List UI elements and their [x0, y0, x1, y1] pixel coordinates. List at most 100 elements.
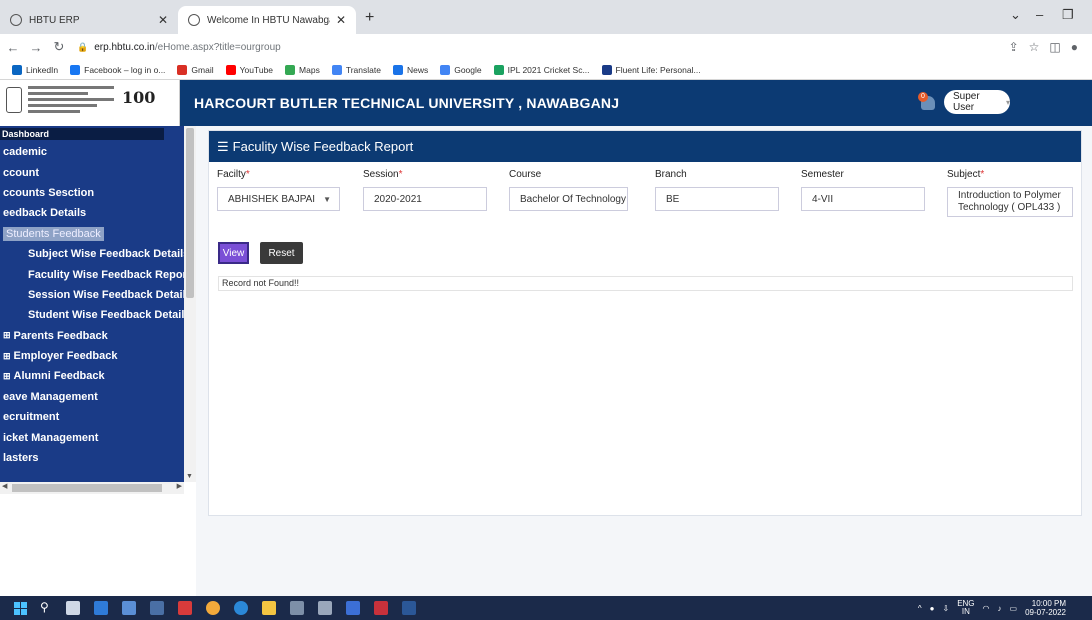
vscode-icon[interactable]	[346, 601, 360, 615]
bookmark-item[interactable]: News	[392, 64, 428, 75]
subject-label: Subject	[947, 169, 981, 180]
sidebar-item-eave-management[interactable]: eave Management	[0, 387, 184, 407]
task-view-icon[interactable]	[66, 601, 80, 615]
faculty-select[interactable]: ABHISHEK BAJPAI ▼	[217, 187, 340, 211]
sidebar-item-session-wise-feedback-details[interactable]: Session Wise Feedback Details	[0, 285, 184, 305]
sidebar-item-alumni-feedback[interactable]: ⊞ Alumni Feedback	[0, 366, 184, 386]
restore-button[interactable]: ❐	[1062, 7, 1074, 23]
back-arrow-icon[interactable]: ←	[3, 40, 23, 55]
search-icon[interactable]: ⚲	[40, 600, 49, 614]
notepad-icon[interactable]	[318, 601, 332, 615]
user-menu-button[interactable]: Super User ▾	[944, 90, 1010, 114]
bookmark-label: Google	[454, 64, 482, 75]
sidebar-item-student-wise-feedback-details[interactable]: Student Wise Feedback Details	[0, 305, 184, 325]
session-label: Session	[363, 169, 399, 180]
url-field[interactable]: 🔒 erp.hbtu.co.in/eHome.aspx?title=ourgro…	[77, 36, 1009, 58]
report-title: Faculity Wise Feedback Report	[232, 139, 414, 154]
minimize-button[interactable]: –	[1036, 7, 1043, 22]
reset-button[interactable]: Reset	[260, 242, 303, 264]
speaker-icon[interactable]: ♪	[998, 604, 1002, 613]
sidebar-vertical-scrollbar[interactable]: ▼	[184, 126, 196, 482]
store-icon[interactable]	[290, 601, 304, 615]
app-icon[interactable]	[178, 601, 192, 615]
chrome-icon[interactable]	[206, 601, 220, 615]
bookmark-item[interactable]: Fluent Life: Personal...	[601, 64, 701, 75]
clock[interactable]: 10:00 PM 09-07-2022	[1025, 599, 1066, 617]
subject-input[interactable]: Introduction to Polymer Technology ( OPL4…	[947, 187, 1073, 217]
sidebar-item-faculity-wise-feedback-report[interactable]: Faculity Wise Feedback Report	[0, 264, 184, 284]
sidebar-item-ccount[interactable]: ccount	[0, 162, 184, 182]
filezilla-icon[interactable]	[374, 601, 388, 615]
scroll-left-arrow-icon[interactable]: ◀	[2, 482, 7, 490]
file-explorer-icon[interactable]	[262, 601, 276, 615]
windows-taskbar: ⚲ ^ ● ⇩ ENG IN ◠ ♪ ▭ 10:00 PM 09-07-2022	[0, 596, 1092, 620]
faculty-field: Facilty* ABHISHEK BAJPAI ▼	[217, 169, 340, 211]
word-icon[interactable]	[402, 601, 416, 615]
semester-value: 4-VII	[812, 193, 834, 205]
sidebar-item-icket-management[interactable]: icket Management	[0, 427, 184, 447]
sidebar-item-label: Alumni Feedback	[13, 370, 105, 383]
bookmark-star-icon[interactable]: ☆	[1029, 40, 1040, 54]
edge-icon[interactable]	[234, 601, 248, 615]
tab-welcome[interactable]: Welcome In HBTU Nawabganj Ca ✕	[178, 6, 356, 34]
new-tab-button[interactable]: +	[365, 9, 374, 27]
semester-input[interactable]: 4-VII	[801, 187, 925, 211]
expand-icon[interactable]: ⊞	[3, 351, 11, 362]
bookmark-item[interactable]: YouTube	[225, 64, 273, 75]
sidebar-item-students-feedback[interactable]: Students Feedback	[0, 224, 184, 244]
session-input[interactable]: 2020-2021	[363, 187, 487, 211]
scroll-right-arrow-icon[interactable]: ▶	[177, 482, 182, 490]
bookmark-item[interactable]: Facebook – log in o...	[70, 64, 166, 75]
sidebar-item-lasters[interactable]: lasters	[0, 448, 184, 468]
sidebar-item-parents-feedback[interactable]: ⊞ Parents Feedback	[0, 326, 184, 346]
notification-bell-icon[interactable]: 0	[918, 92, 938, 112]
sidebar-item-subject-wise-feedback-details[interactable]: Subject Wise Feedback Details	[0, 244, 184, 264]
chat-icon[interactable]	[150, 601, 164, 615]
scrollbar-thumb[interactable]	[12, 484, 162, 492]
sidebar-item-eedback-details[interactable]: eedback Details	[0, 203, 184, 223]
sidepanel-icon[interactable]: ◫	[1049, 40, 1060, 54]
bookmark-item[interactable]: Maps	[285, 64, 320, 75]
windows-start-icon[interactable]	[14, 602, 27, 615]
university-logo[interactable]: 100	[0, 80, 180, 126]
battery-icon[interactable]: ▭	[1010, 604, 1018, 613]
chevron-down-icon: ▾	[1005, 97, 1010, 107]
expand-icon[interactable]: ⊞	[3, 371, 11, 382]
sidebar-item-employer-feedback[interactable]: ⊞ Employer Feedback	[0, 346, 184, 366]
branch-input[interactable]: BE	[655, 187, 779, 211]
usb-icon[interactable]: ⇩	[942, 604, 949, 613]
scrollbar-thumb[interactable]	[186, 128, 194, 298]
profile-icon[interactable]: ●	[1071, 40, 1078, 54]
sidebar-item-cademic[interactable]: cademic	[0, 142, 184, 162]
bookmark-item[interactable]: IPL 2021 Cricket Sc...	[493, 64, 590, 75]
bookmark-item[interactable]: Translate	[331, 64, 381, 75]
bookmark-item[interactable]: Gmail	[177, 64, 214, 75]
close-icon[interactable]: ✕	[158, 13, 168, 27]
expand-icon[interactable]: ⊞	[3, 330, 11, 341]
sidebar-item-ccounts-sesction[interactable]: ccounts Sesction	[0, 183, 184, 203]
session-value: 2020-2021	[374, 193, 422, 205]
language-indicator[interactable]: ENG IN	[957, 600, 974, 616]
course-input[interactable]: Bachelor Of Technology	[509, 187, 628, 211]
tab-hbtu-erp[interactable]: HBTU ERP ✕	[0, 6, 178, 34]
bookmark-item[interactable]: Google	[440, 64, 482, 75]
share-icon[interactable]: ⇪	[1009, 40, 1019, 54]
sidebar-item-label: cademic	[3, 146, 48, 159]
bookmark-label: Facebook – log in o...	[84, 64, 166, 75]
wifi-icon[interactable]: ◠	[983, 604, 990, 613]
sidebar-item-dashboard[interactable]: Dashboard	[0, 126, 184, 142]
close-icon[interactable]: ✕	[336, 13, 346, 27]
forward-arrow-icon[interactable]: →	[26, 40, 46, 55]
widgets-icon[interactable]	[94, 601, 108, 615]
bookmark-item[interactable]: LinkedIn	[12, 64, 58, 75]
reload-icon[interactable]: ↻	[49, 39, 69, 55]
sidebar-item-ecruitment[interactable]: ecruitment	[0, 407, 184, 427]
tray-app-icon[interactable]: ●	[930, 604, 935, 613]
subject-value-line2: Technology ( OPL433 )	[958, 202, 1061, 213]
teams-icon[interactable]	[122, 601, 136, 615]
sidebar-horizontal-scrollbar[interactable]: ◀ ▶	[0, 482, 184, 494]
tab-search-chevron-icon[interactable]: ⌄	[1010, 7, 1021, 23]
scroll-down-arrow-icon[interactable]: ▼	[186, 473, 193, 480]
view-button[interactable]: View	[218, 242, 249, 264]
chevron-up-icon[interactable]: ^	[918, 604, 922, 613]
